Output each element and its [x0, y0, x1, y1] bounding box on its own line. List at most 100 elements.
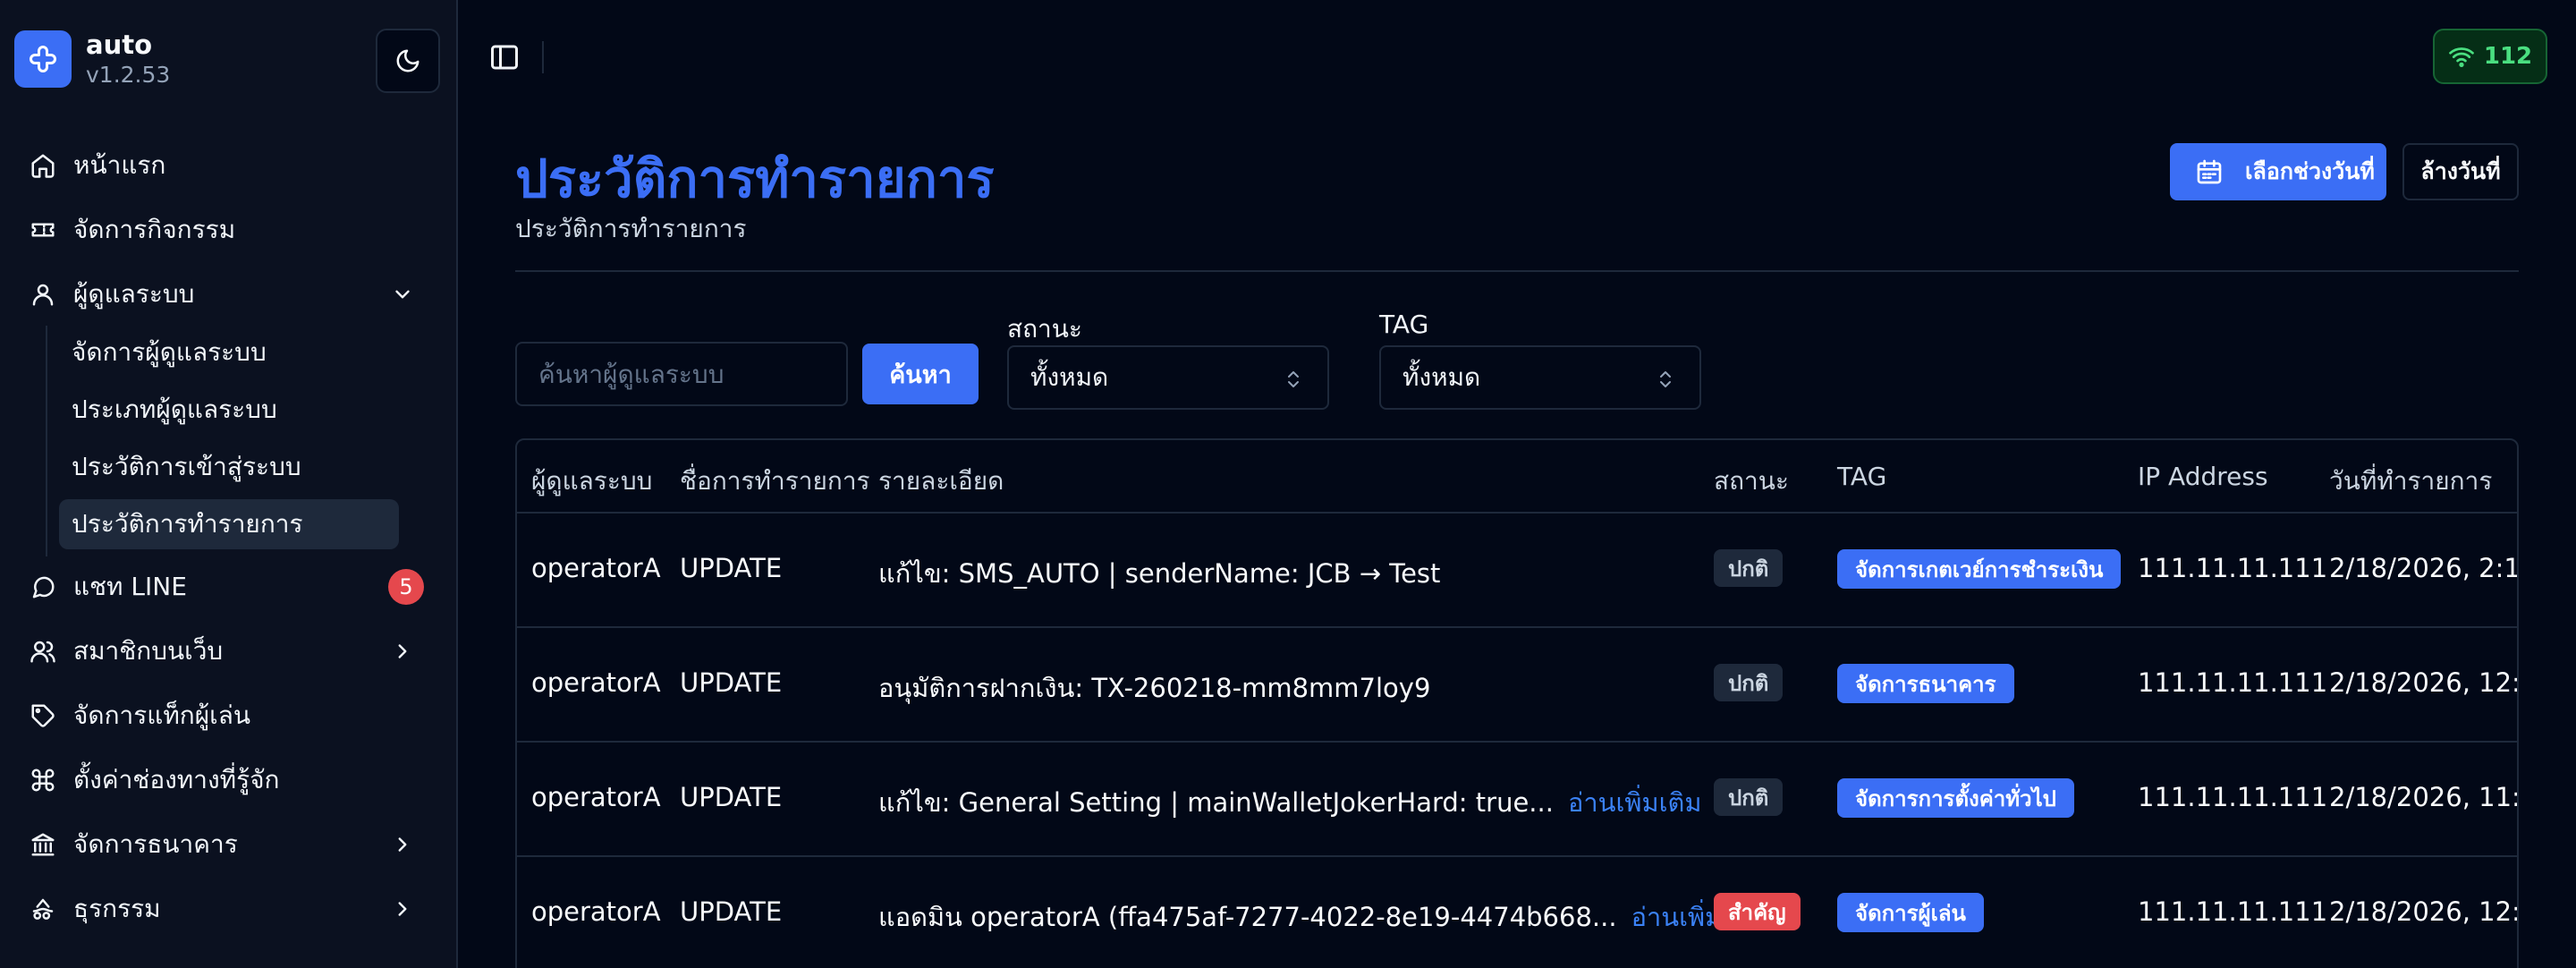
cell-admin: operatorA [531, 896, 661, 927]
calendar-icon [2197, 159, 2222, 184]
sidebar-item-label: หน้าแรก [73, 150, 166, 180]
app-logo-icon [14, 30, 72, 88]
sidebar-subitem-admin-types[interactable]: ประเภทผู้ดูแลระบบ [59, 385, 399, 435]
cell-date: 2/18/2026, 12:16 [2329, 667, 2517, 698]
clear-date-button[interactable]: ล้างวันที่ [2402, 143, 2519, 200]
cell-ip: 111.11.11.111 [2138, 553, 2328, 583]
status-select-value: ทั้งหมด [1030, 362, 1109, 392]
tag-badge: จัดการการตั้งค่าทั่วไป [1837, 778, 2074, 818]
sidebar-subitem-manage-admins[interactable]: จัดการผู้ดูแลระบบ [59, 327, 399, 378]
sidebar-item-label: จัดการธนาคาร [73, 829, 238, 859]
command-icon [27, 764, 59, 796]
chevrons-up-down-icon [1660, 371, 1671, 387]
home-icon [27, 149, 59, 182]
tag-select-value: ทั้งหมด [1402, 362, 1481, 392]
sidebar-item-admins[interactable]: ผู้ดูแลระบบ [14, 269, 444, 319]
detail-text: แอดมิน operatorA (ffa475af-7277-4022-8e1… [878, 902, 1617, 932]
tag-badge: จัดการผู้เล่น [1837, 893, 1984, 932]
chevrons-up-down-icon [1288, 371, 1299, 387]
sidebar-item-player-tags[interactable]: จัดการแท็กผู้เล่น [14, 691, 444, 741]
column-header-tag[interactable]: TAG [1837, 462, 1886, 491]
user-icon [27, 278, 59, 310]
topbar-divider [542, 41, 544, 73]
header-divider [515, 270, 2519, 272]
tag-icon [27, 700, 59, 732]
status-badge: ปกติ [1714, 664, 1784, 701]
cell-detail: แอดมิน operatorA (ffa475af-7277-4022-8e1… [878, 896, 1765, 938]
cell-admin: operatorA [531, 553, 661, 583]
brand[interactable]: auto v1.2.53 [14, 29, 170, 89]
cell-admin: operatorA [531, 782, 661, 812]
read-more-link[interactable]: อ่านเพิ่มเติม [1568, 787, 1702, 818]
sidebar-item-line-chat[interactable]: แชท LINE 5 [14, 562, 444, 612]
sidebar-subitem-transaction-history[interactable]: ประวัติการทำรายการ [59, 499, 399, 549]
sidebar-item-events[interactable]: จัดการกิจกรรม [14, 205, 444, 255]
cell-ip: 111.11.11.111 [2138, 667, 2328, 698]
column-header-detail[interactable]: รายละเอียด [878, 462, 1004, 501]
search-button[interactable]: ค้นหา [862, 344, 979, 404]
page-title: ประวัติการทำรายการ [515, 149, 995, 209]
connection-count: 112 [2483, 43, 2533, 70]
column-header-ip[interactable]: IP Address [2138, 462, 2268, 491]
users-icon [27, 635, 59, 667]
chevron-right-icon [388, 830, 417, 859]
bank-icon [27, 828, 59, 861]
chat-icon [27, 571, 59, 603]
unread-badge: 5 [388, 569, 424, 605]
sidebar-item-known-channels[interactable]: ตั้งค่าช่องทางที่รู้จัก [14, 755, 444, 805]
sidebar-item-label: ผู้ดูแลระบบ [73, 279, 195, 309]
sidebar-subitem-label: ประวัติการเข้าสู่ระบบ [72, 452, 301, 481]
ticket-icon [27, 214, 59, 246]
tag-badge: จัดการธนาคาร [1837, 664, 2014, 703]
cell-action: UPDATE [680, 782, 783, 812]
column-header-admin[interactable]: ผู้ดูแลระบบ [531, 462, 652, 501]
cell-detail: แก้ไข: SMS_AUTO | senderName: JCB → Test [878, 553, 1440, 594]
table-row[interactable]: operatorA UPDATE อนุมัติการฝากเงิน: TX-2… [517, 628, 2517, 743]
sidebar-item-label: สมาชิกบนเว็บ [73, 636, 224, 666]
connection-status: 112 [2433, 29, 2547, 84]
sidebar-item-banks[interactable]: จัดการธนาคาร [14, 819, 444, 870]
cell-date: 2/18/2026, 2:18: [2329, 553, 2519, 583]
cell-detail: อนุมัติการฝากเงิน: TX-260218-mm8mm7loy9 [878, 667, 1430, 709]
sidebar-item-label: แชท LINE [73, 572, 187, 601]
cell-ip: 111.11.11.111 [2138, 782, 2328, 812]
moon-icon [396, 49, 419, 72]
tag-badge: จัดการเกตเวย์การชำระเงิน [1837, 549, 2122, 589]
column-header-action[interactable]: ชื่อการทำรายการ [680, 462, 870, 501]
status-select[interactable]: ทั้งหมด [1007, 345, 1329, 410]
detail-text: แก้ไข: SMS_AUTO | senderName: JCB → Test [878, 558, 1441, 589]
chevron-down-icon [388, 280, 417, 309]
table-header: ผู้ดูแลระบบ ชื่อการทำรายการ รายละเอียด ส… [517, 440, 2517, 514]
page-subtitle: ประวัติการทำรายการ [515, 214, 747, 243]
sidebar-item-label: ตั้งค่าช่องทางที่รู้จัก [73, 765, 280, 794]
table-row[interactable]: operatorA UPDATE แอดมิน operatorA (ffa47… [517, 857, 2517, 968]
cell-detail: แก้ไข: General Setting | mainWalletJoker… [878, 782, 1701, 823]
column-header-status[interactable]: สถานะ [1714, 462, 1789, 501]
coins-icon [27, 893, 59, 925]
status-badge: ปกติ [1714, 778, 1784, 816]
detail-text: อนุมัติการฝากเงิน: TX-260218-mm8mm7loy9 [878, 673, 1431, 703]
date-range-button[interactable]: เลือกช่วงวันที่ [2170, 143, 2386, 200]
table-row[interactable]: operatorA UPDATE แก้ไข: SMS_AUTO | sende… [517, 514, 2519, 628]
tag-select[interactable]: ทั้งหมด [1379, 345, 1701, 410]
sidebar-item-home[interactable]: หน้าแรก [14, 140, 444, 191]
sidebar-item-web-members[interactable]: สมาชิกบนเว็บ [14, 626, 444, 676]
panel-left-icon [491, 45, 518, 70]
app-name: auto [86, 30, 153, 60]
sidebar-subitem-label: ประเภทผู้ดูแลระบบ [72, 395, 277, 424]
tag-filter-label: TAG [1379, 310, 1429, 339]
sidebar-item-transactions[interactable]: ธุรกรรม [14, 884, 444, 934]
admin-search-input[interactable] [515, 342, 848, 406]
table-row[interactable]: operatorA UPDATE แก้ไข: General Setting … [517, 743, 2517, 857]
cell-date: 2/18/2026, 12:33 [2329, 896, 2517, 927]
cell-action: UPDATE [680, 667, 783, 698]
sidebar-subitem-label: ประวัติการทำรายการ [72, 509, 303, 539]
transaction-table: ผู้ดูแลระบบ ชื่อการทำรายการ รายละเอียด ส… [515, 438, 2519, 968]
theme-toggle-button[interactable] [376, 29, 440, 93]
status-filter-label: สถานะ [1007, 314, 1082, 344]
column-header-date[interactable]: วันที่ทำรายการ [2329, 462, 2492, 501]
sidebar-toggle-button[interactable] [483, 39, 526, 75]
sidebar-item-label: จัดการแท็กผู้เล่น [73, 701, 251, 730]
sidebar-item-label: ธุรกรรม [73, 894, 161, 923]
sidebar-subitem-login-history[interactable]: ประวัติการเข้าสู่ระบบ [59, 442, 399, 492]
